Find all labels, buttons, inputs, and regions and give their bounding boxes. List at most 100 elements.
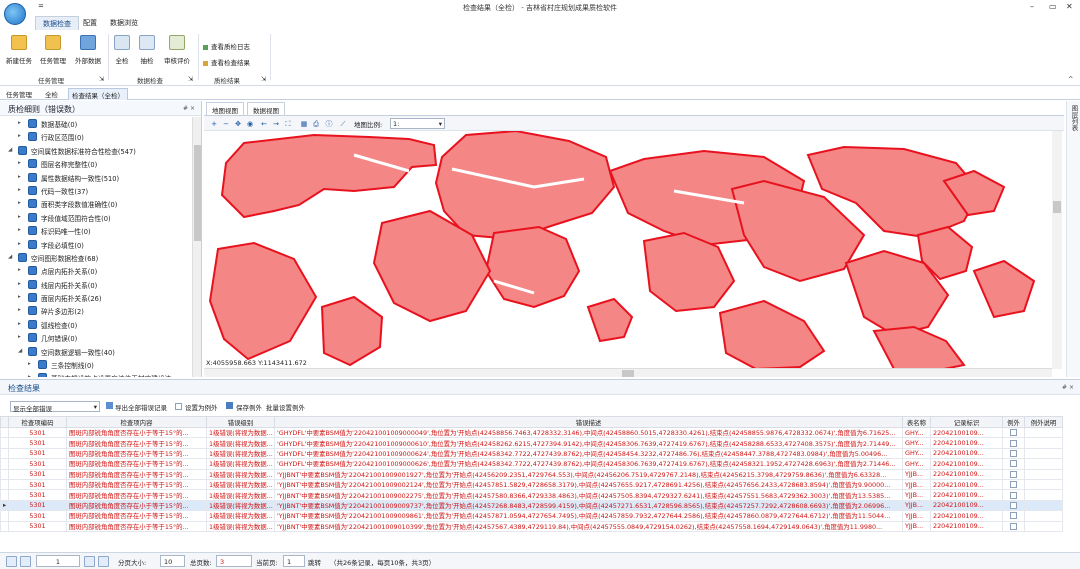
cell-exception-note[interactable]	[1024, 426, 1063, 439]
task-manage-button[interactable]: 任务管理	[38, 35, 68, 65]
next-page-button[interactable]	[84, 556, 95, 567]
exception-checkbox[interactable]	[1010, 491, 1017, 499]
cell-exception-note[interactable]	[1024, 499, 1063, 512]
expand-arrow-icon[interactable]: ▸	[28, 361, 31, 367]
cell-exception-note[interactable]	[1024, 520, 1063, 532]
expand-arrow-icon[interactable]: ▸	[18, 294, 21, 300]
pan-icon[interactable]: ✥	[234, 120, 242, 128]
scroll-thumb[interactable]	[1053, 201, 1061, 213]
doc-tab-full-check[interactable]: 全检	[42, 88, 61, 100]
zoom-out-icon[interactable]: −	[222, 120, 230, 128]
tree-node[interactable]: ▸ 碎片多边形(2)	[0, 304, 192, 317]
expand-arrow-icon[interactable]: ▸	[18, 160, 21, 166]
layer-list-label[interactable]: 图层列表	[1069, 105, 1079, 131]
first-page-button[interactable]	[6, 556, 17, 567]
land-parcel[interactable]	[972, 259, 1036, 319]
measure-icon[interactable]: ⟋	[339, 120, 347, 128]
save-exception-button[interactable]: 保存例外	[236, 402, 262, 412]
column-header[interactable]: 错误级别	[206, 416, 275, 428]
info-icon[interactable]: ⓘ	[325, 120, 333, 128]
collapse-arrow-icon[interactable]: ◢	[8, 147, 12, 153]
expand-arrow-icon[interactable]: ▸	[18, 307, 21, 313]
doc-tab-check-result[interactable]: 检查结果（全检）	[68, 88, 128, 100]
tree-node[interactable]: ▸ 行政区范围(0)	[0, 130, 192, 143]
tab-config[interactable]: 配置	[76, 16, 104, 30]
cell-exception-note[interactable]	[1024, 478, 1063, 491]
chevron-down-icon[interactable]: ▾	[439, 120, 442, 128]
table-row[interactable]: ▸ 5301 图斑内部锐角角度否存在小于等于15°的... 1级错误(将视为数据...…	[0, 499, 1063, 512]
batch-exception-button[interactable]: 批量设置例外	[266, 402, 305, 412]
tree-node[interactable]: ▸ 线层内拓扑关系(0)	[0, 278, 192, 291]
exception-checkbox[interactable]	[1010, 439, 1017, 447]
expand-arrow-icon[interactable]: ▸	[18, 281, 21, 287]
panel-pin-icon[interactable]: # ×	[1062, 384, 1074, 391]
table-row[interactable]: 5301 图斑内部锐角角度否存在小于等于15°的... 1级错误(将视为数据... '…	[0, 478, 1063, 491]
expand-arrow-icon[interactable]: ▸	[28, 374, 31, 377]
view-result-button[interactable]: 查看检查结果	[203, 57, 250, 67]
land-parcel[interactable]	[208, 241, 318, 361]
cell-exception-note[interactable]	[1024, 510, 1063, 522]
layer-list-strip[interactable]: 图层列表	[1066, 101, 1080, 377]
panel-pin-icon[interactable]: # ×	[183, 105, 195, 112]
minimize-icon[interactable]: –	[1030, 2, 1034, 11]
expand-arrow-icon[interactable]: ▸	[18, 120, 21, 126]
current-page-input[interactable]: 1	[283, 555, 305, 567]
land-parcel[interactable]	[484, 225, 581, 309]
expand-arrow-icon[interactable]: ▸	[18, 321, 21, 327]
exception-checkbox[interactable]	[1010, 460, 1017, 468]
tab-data-check[interactable]: 数据检查	[35, 16, 79, 30]
tree-node[interactable]: ▸ 面积类字段数值准确性(0)	[0, 197, 192, 210]
column-header[interactable]: 错误描述	[274, 416, 903, 428]
expand-arrow-icon[interactable]: ▸	[18, 187, 21, 193]
cell-exception-note[interactable]	[1024, 458, 1063, 470]
cell-exception-note[interactable]	[1024, 489, 1063, 501]
last-page-button[interactable]	[98, 556, 109, 567]
tree-node[interactable]: ▸ 数据基础(0)	[0, 117, 192, 130]
review-button[interactable]: 审核评价	[162, 35, 192, 65]
land-parcel[interactable]	[872, 325, 966, 369]
tree-node[interactable]: ▸ 面层内拓扑关系(26)	[0, 291, 192, 304]
ribbon-collapse-icon[interactable]: ^	[1068, 75, 1073, 83]
view-log-button[interactable]: 查看质检日志	[203, 41, 250, 51]
table-row[interactable]: 5301 图斑内部锐角角度否存在小于等于15°的... 1级错误(将视为数据... '…	[0, 510, 1063, 522]
tree-node[interactable]: ▸ 字段值域范围符合性(0)	[0, 211, 192, 224]
tree-scrollbar[interactable]	[192, 117, 201, 377]
tree-node[interactable]: ▸ 代码一致性(37)	[0, 184, 192, 197]
exception-checkbox[interactable]	[1010, 470, 1017, 478]
tab-data-view[interactable]: 数据视图	[247, 102, 285, 115]
expand-arrow-icon[interactable]: ▸	[18, 200, 21, 206]
collapse-arrow-icon[interactable]: ◢	[18, 348, 22, 354]
print-icon[interactable]: ⎙	[312, 120, 320, 128]
expand-arrow-icon[interactable]: ▸	[18, 227, 21, 233]
tree-node[interactable]: ▸ 点层内拓扑关系(0)	[0, 264, 192, 277]
map-horizontal-scrollbar[interactable]	[204, 368, 1052, 377]
expand-arrow-icon[interactable]: ▸	[18, 214, 21, 220]
set-exception-checkbox[interactable]	[175, 403, 182, 410]
table-row[interactable]: 5301 图斑内部锐角角度否存在小于等于15°的... 1级错误(将视为数据... '…	[0, 520, 1063, 532]
exception-checkbox[interactable]	[1010, 522, 1017, 530]
tree-node[interactable]: ▸ 标识码唯一性(0)	[0, 224, 192, 237]
exception-checkbox[interactable]	[1010, 501, 1017, 509]
exception-checkbox[interactable]	[1010, 449, 1017, 457]
scroll-thumb[interactable]	[194, 145, 201, 241]
column-header[interactable]: 记录标识	[930, 416, 1003, 428]
table-row[interactable]: 5301 图斑内部锐角角度否存在小于等于15°的... 1级错误(将视为数据... '…	[0, 437, 1063, 449]
tree-node[interactable]: ◢ 空间属性数据标准符合性检查(547)	[0, 144, 192, 157]
close-icon[interactable]: ✕	[1066, 2, 1073, 11]
error-filter-select[interactable]: 显示全部错误 ▾	[10, 401, 100, 413]
page-input[interactable]: 1	[36, 555, 80, 567]
full-check-button[interactable]: 全检	[112, 35, 132, 65]
table-row[interactable]: 5301 图斑内部锐角角度否存在小于等于15°的... 1级错误(将视为数据... '…	[0, 447, 1063, 460]
column-header[interactable]: 表名称	[902, 416, 931, 428]
page-size-select[interactable]: 10	[160, 555, 185, 567]
expand-arrow-icon[interactable]: ▸	[18, 267, 21, 273]
zoom-in-icon[interactable]: +	[210, 120, 218, 128]
group-expand-icon[interactable]: ⇲	[261, 75, 266, 83]
go-button[interactable]: 跳转	[308, 557, 321, 567]
back-icon[interactable]: ←	[260, 120, 268, 128]
chevron-down-icon[interactable]: ▾	[94, 403, 97, 411]
tree-node[interactable]: ▸ 弧线检查(0)	[0, 318, 192, 331]
column-header[interactable]: 检查项内容	[66, 416, 207, 428]
land-parcel[interactable]	[642, 231, 736, 313]
tree-node[interactable]: ▸ 几何错误(0)	[0, 331, 192, 344]
